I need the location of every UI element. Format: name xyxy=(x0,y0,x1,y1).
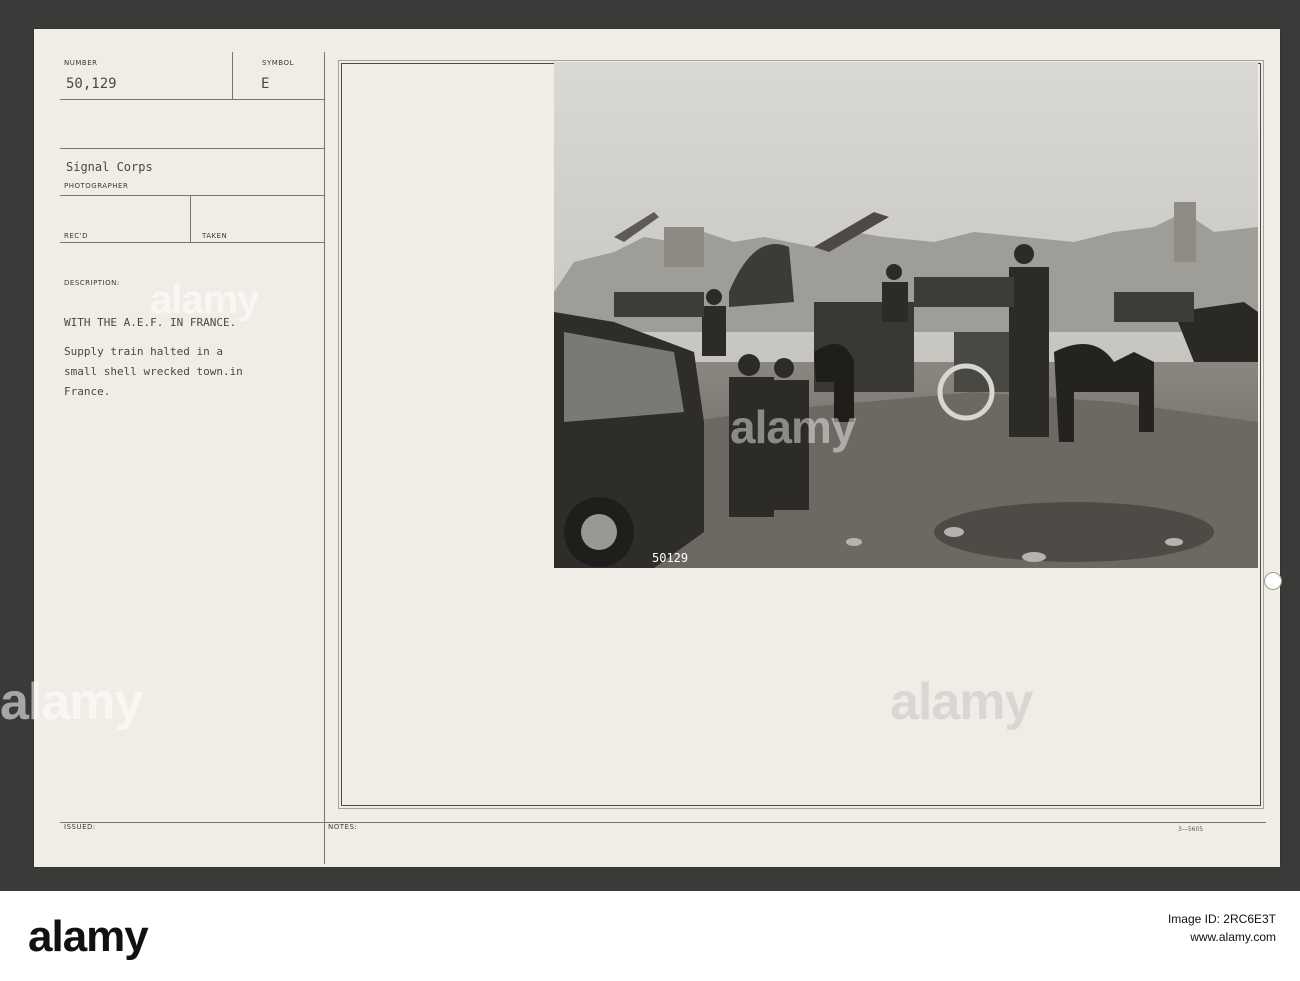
number-label: NUMBER xyxy=(64,59,98,67)
footer-url: www.alamy.com xyxy=(1190,930,1276,944)
taken-label: TAKEN xyxy=(202,232,228,240)
photograph: 50129 xyxy=(554,62,1258,568)
symbol-label: SYMBOL xyxy=(262,59,294,67)
photograph-scene: 50129 xyxy=(554,62,1258,568)
footer-meta: Image ID: 2RC6E3T www.alamy.com xyxy=(1168,912,1276,944)
divider-v-recd-taken xyxy=(190,196,191,242)
footer-bar xyxy=(0,891,1300,981)
photographer-label: PHOTOGRAPHER xyxy=(64,182,129,190)
description-line-4: France. xyxy=(64,385,111,398)
description-line-2: Supply train halted in a xyxy=(64,345,223,358)
watermark-photo: alamy xyxy=(730,401,856,453)
footer-logo: alamy xyxy=(28,912,149,961)
footer-image-id: Image ID: 2RC6E3T xyxy=(1167,912,1276,926)
watermark-right: alamy xyxy=(890,673,1033,731)
divider-h-recd xyxy=(60,242,324,243)
watermark-left: alamy xyxy=(0,673,143,731)
notes-label: NOTES: xyxy=(328,823,358,831)
recd-label: REC'D xyxy=(64,232,88,240)
description-label: DESCRIPTION: xyxy=(64,279,120,287)
divider-v-main xyxy=(324,52,325,864)
watermark-top: alamy xyxy=(150,278,259,322)
number-value: 50,129 xyxy=(66,76,117,92)
negative-number: 50129 xyxy=(652,551,688,565)
divider-h-bottom xyxy=(60,822,1266,823)
symbol-value: E xyxy=(261,76,270,92)
divider-h-photographer-top xyxy=(60,148,324,149)
divider-h-photographer xyxy=(60,195,324,196)
form-number: 3—5605 xyxy=(1178,826,1204,833)
issued-label: ISSUED: xyxy=(64,823,96,831)
divider-v-number-symbol xyxy=(232,52,233,100)
punch-hole xyxy=(1264,572,1282,590)
photographer-value: Signal Corps xyxy=(66,160,153,174)
divider-h-number xyxy=(60,99,324,100)
description-line-3: small shell wrecked town.in xyxy=(64,365,243,378)
